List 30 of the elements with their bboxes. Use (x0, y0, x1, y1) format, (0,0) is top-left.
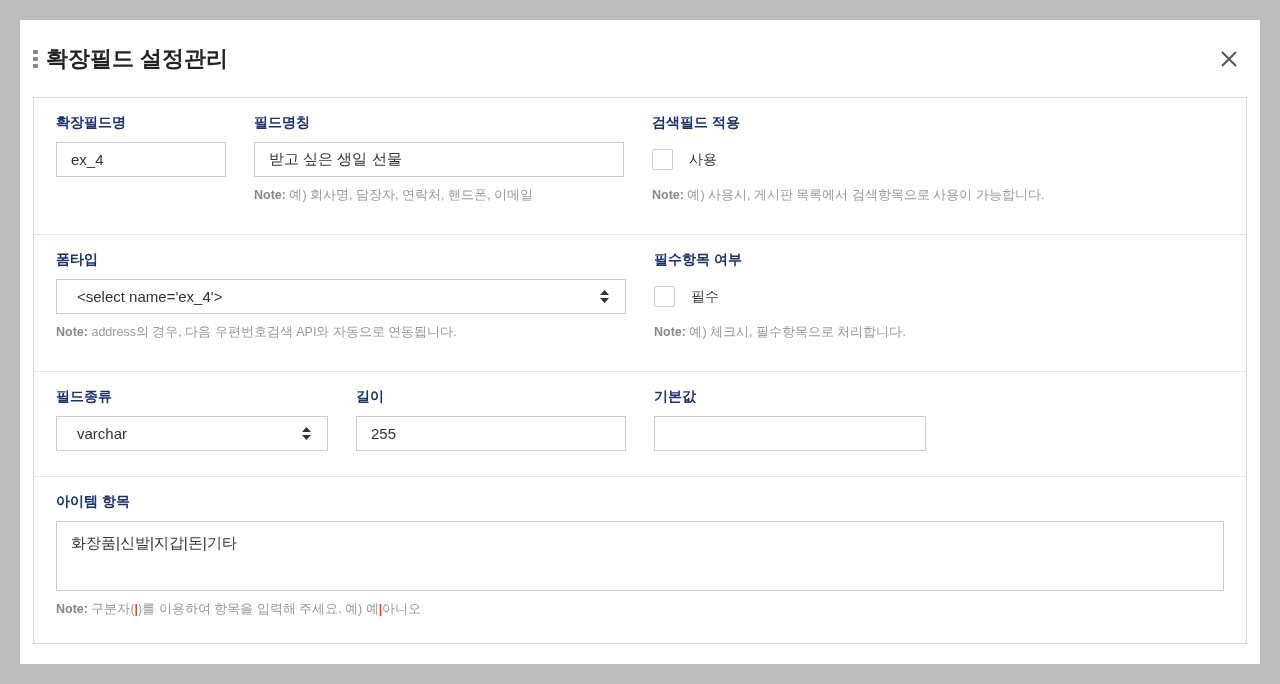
text-field[interactable]: 255 (356, 416, 626, 451)
updown-caret-icon (302, 427, 311, 440)
select-field[interactable]: <select name='ex_4'> (56, 279, 626, 314)
field-label: 검색필드 적용 (652, 114, 741, 132)
note-text: Note: 예) 사용시, 게시판 목록에서 검색항목으로 사용이 가능합니다. (652, 187, 1046, 204)
field-label: 필드명칭 (254, 114, 311, 132)
text-field[interactable]: ex_4 (56, 142, 226, 177)
field-label: 필드종류 (56, 388, 113, 406)
checkbox-label: 사용 (689, 150, 717, 169)
text-field[interactable] (654, 416, 926, 451)
drag-handle-icon (33, 49, 38, 68)
close-icon (1221, 50, 1237, 67)
select-field[interactable]: varchar (56, 416, 328, 451)
checkbox-label: 필수 (691, 287, 719, 306)
note-text: Note: 구분자(|)를 이용하여 항목을 입력해 주세요. 예) 예|아니오 (56, 601, 423, 618)
updown-caret-icon (600, 290, 609, 303)
field-label: 필수항목 여부 (654, 251, 743, 269)
text-field[interactable]: 받고 싶은 생일 선물 (254, 142, 624, 177)
field-label: 길이 (356, 388, 385, 406)
note-text: Note: 예) 체크시, 필수항목으로 처리합니다. (654, 324, 907, 341)
note-text: Note: address의 경우, 다음 우편번호검색 API와 자동으로 연동됩니다. (56, 324, 458, 341)
dialog-title: 확장필드 설정관리 (46, 44, 230, 73)
field-label: 확장필드명 (56, 114, 127, 132)
field-label: 폼타입 (56, 251, 99, 269)
field-label: 아이템 항목 (56, 493, 131, 511)
field-label: 기본값 (654, 388, 697, 406)
note-text: Note: 예) 회사명, 담장자, 연락처, 핸드폰, 이메일 (254, 187, 534, 204)
textarea-field[interactable]: 화장품|신발|지갑|돈|기타 (56, 521, 1224, 591)
checkbox[interactable] (652, 149, 673, 170)
checkbox[interactable] (654, 286, 675, 307)
